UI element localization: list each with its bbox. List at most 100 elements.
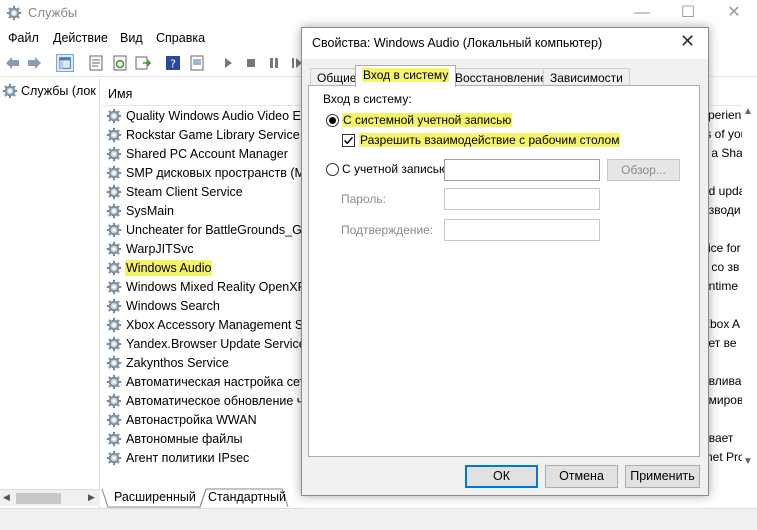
account-input[interactable] bbox=[444, 159, 600, 181]
service-gear-icon bbox=[106, 412, 122, 428]
export-list-icon[interactable] bbox=[134, 54, 152, 72]
service-name: Автономные файлы bbox=[126, 431, 243, 446]
service-gear-icon bbox=[106, 146, 122, 162]
service-row[interactable]: Windows Search bbox=[106, 296, 221, 315]
checkbox-desktop-label: Разрешить взаимодействие с рабочим столо… bbox=[359, 133, 621, 147]
service-gear-icon bbox=[106, 222, 122, 238]
service-row[interactable]: Rockstar Game Library Service bbox=[106, 125, 301, 144]
service-row[interactable]: Агент политики IPsec bbox=[106, 448, 250, 467]
cancel-button[interactable]: Отмена bbox=[545, 465, 618, 488]
window-title: Службы bbox=[28, 5, 78, 20]
refresh-icon[interactable] bbox=[111, 54, 129, 72]
service-row[interactable]: Windows Audio bbox=[106, 258, 213, 277]
browse-button[interactable]: Обзор... bbox=[607, 159, 680, 181]
tree-horizontal-scrollbar[interactable]: ◀ ▶ bbox=[0, 489, 100, 506]
console-tree-icon[interactable] bbox=[56, 54, 74, 72]
tab-standard[interactable]: Стандартный bbox=[200, 488, 294, 507]
tab-recovery[interactable]: Восстановление bbox=[448, 68, 554, 86]
tab-dependencies[interactable]: Зависимости bbox=[543, 68, 630, 86]
checkbox-desktop-interaction[interactable] bbox=[342, 134, 355, 147]
menu-view[interactable]: Вид bbox=[120, 31, 143, 45]
service-name: Uncheater for BattleGrounds_GL bbox=[126, 222, 309, 237]
scroll-up-icon[interactable]: ▲ bbox=[743, 106, 753, 117]
service-name: Windows Mixed Reality OpenXR S bbox=[126, 279, 319, 294]
scrollbar-thumb[interactable] bbox=[16, 493, 61, 504]
menu-file[interactable]: Файл bbox=[8, 31, 39, 45]
back-arrow-icon[interactable] bbox=[4, 54, 22, 72]
stop-service-icon[interactable] bbox=[242, 54, 260, 72]
maximize-button[interactable]: ☐ bbox=[665, 0, 711, 27]
service-row[interactable]: SysMain bbox=[106, 201, 175, 220]
service-gear-icon bbox=[106, 241, 122, 257]
service-row[interactable]: SMP дисковых пространств (Ма bbox=[106, 163, 313, 182]
service-gear-icon bbox=[106, 279, 122, 295]
apply-button[interactable]: Применить bbox=[625, 465, 700, 488]
service-name: Yandex.Browser Update Service bbox=[126, 336, 306, 351]
service-gear-icon bbox=[106, 127, 122, 143]
service-row[interactable]: Автоматическое обновление ча bbox=[106, 391, 311, 410]
service-name: SMP дисковых пространств (Ма bbox=[126, 165, 312, 180]
start-service-icon[interactable] bbox=[219, 54, 237, 72]
title-bar: Службы — ☐ ✕ bbox=[0, 0, 757, 27]
list-vertical-scrollbar[interactable]: ▲ ▼ bbox=[741, 106, 757, 470]
menu-help[interactable]: Справка bbox=[156, 31, 205, 45]
service-gear-icon bbox=[106, 108, 122, 124]
tab-logon[interactable]: Вход в систему bbox=[355, 65, 457, 87]
close-button[interactable]: ✕ bbox=[711, 0, 757, 27]
confirm-password-input[interactable] bbox=[444, 219, 600, 241]
service-gear-icon bbox=[106, 355, 122, 371]
tree-item-services[interactable]: Службы (лок bbox=[2, 82, 100, 100]
service-row[interactable]: Steam Client Service bbox=[106, 182, 244, 201]
service-row[interactable]: Windows Mixed Reality OpenXR S bbox=[106, 277, 319, 296]
minimize-button[interactable]: — bbox=[619, 0, 665, 27]
radio-this-account-label: С учетной записью: bbox=[342, 162, 452, 176]
service-gear-icon bbox=[106, 260, 122, 276]
service-gear-icon bbox=[106, 431, 122, 447]
scroll-left-icon[interactable]: ◀ bbox=[3, 492, 10, 503]
console-tree: Службы (лок bbox=[0, 78, 100, 508]
tab-extended[interactable]: Расширенный bbox=[106, 488, 204, 507]
svg-text:?: ? bbox=[170, 58, 176, 71]
service-name: Steam Client Service bbox=[126, 184, 243, 199]
service-row[interactable]: Автономные файлы bbox=[106, 429, 244, 448]
service-row[interactable]: WarpJITSvc bbox=[106, 239, 195, 258]
service-row[interactable]: Uncheater for BattleGrounds_GL bbox=[106, 220, 310, 239]
service-gear-icon bbox=[106, 450, 122, 466]
password-input[interactable] bbox=[444, 188, 600, 210]
service-name: Windows Search bbox=[126, 298, 220, 313]
scroll-down-icon[interactable]: ▼ bbox=[743, 456, 753, 467]
service-gear-icon bbox=[106, 393, 122, 409]
service-row[interactable]: Xbox Accessory Management Ser bbox=[106, 315, 315, 334]
dialog-title: Свойства: Windows Audio (Локальный компь… bbox=[312, 36, 603, 50]
service-row[interactable]: Автонастройка WWAN bbox=[106, 410, 258, 429]
dialog-close-icon[interactable]: ✕ bbox=[680, 31, 695, 52]
help-icon[interactable]: ? bbox=[164, 54, 182, 72]
service-row[interactable]: Shared PC Account Manager bbox=[106, 144, 289, 163]
service-name: Агент политики IPsec bbox=[126, 450, 250, 465]
column-header-name[interactable]: Имя bbox=[108, 87, 132, 101]
service-name: Rockstar Game Library Service bbox=[126, 127, 300, 142]
status-bar bbox=[0, 508, 757, 530]
tree-item-label: Службы (лок bbox=[21, 84, 96, 98]
service-gear-icon bbox=[106, 203, 122, 219]
service-row[interactable]: Yandex.Browser Update Service bbox=[106, 334, 307, 353]
service-row[interactable]: Quality Windows Audio Video Exp bbox=[106, 106, 315, 125]
forward-arrow-icon[interactable] bbox=[25, 54, 43, 72]
radio-system-account[interactable] bbox=[326, 114, 339, 127]
service-gear-icon bbox=[106, 165, 122, 181]
radio-this-account[interactable] bbox=[326, 163, 339, 176]
service-row[interactable]: Zakynthos Service bbox=[106, 353, 230, 372]
menu-action[interactable]: Действие bbox=[53, 31, 108, 45]
scroll-right-icon[interactable]: ▶ bbox=[88, 492, 95, 503]
dialog-title-bar: Свойства: Windows Audio (Локальный компь… bbox=[302, 28, 708, 59]
service-row[interactable]: Автоматическая настройка сете bbox=[106, 372, 313, 391]
service-gear-icon bbox=[106, 317, 122, 333]
checkmark-icon bbox=[343, 136, 354, 145]
logon-panel: Вход в систему: С системной учетной запи… bbox=[308, 85, 700, 457]
ok-button[interactable]: ОК bbox=[465, 465, 538, 488]
pause-service-icon[interactable] bbox=[265, 54, 283, 72]
service-name: WarpJITSvc bbox=[126, 241, 194, 256]
properties-icon[interactable] bbox=[87, 54, 105, 72]
service-name: Автоматическое обновление ча bbox=[126, 393, 311, 408]
snapin-view-icon[interactable] bbox=[188, 54, 206, 72]
